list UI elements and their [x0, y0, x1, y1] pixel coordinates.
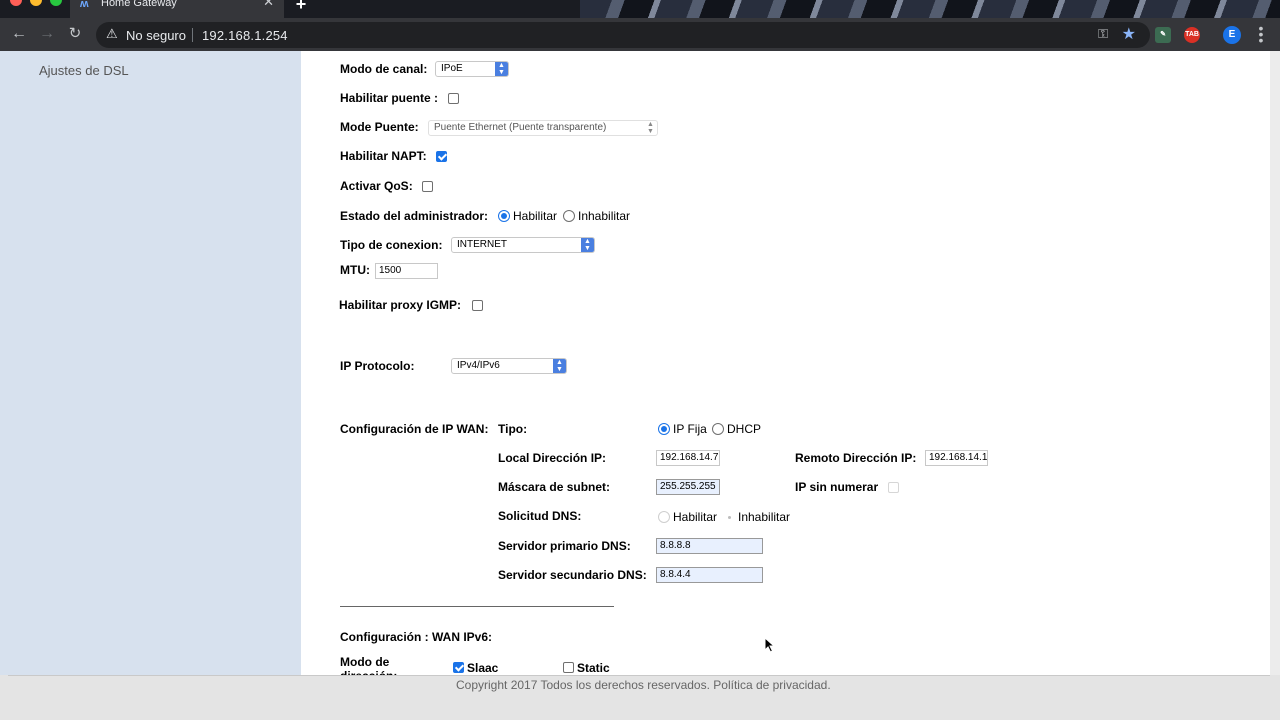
- local-ip-input[interactable]: 192.168.14.7: [656, 450, 720, 466]
- address-bar[interactable]: ⚠ No seguro 192.168.1.254 ⚿ ★: [96, 22, 1150, 48]
- ip-protocol-select[interactable]: IPv4/IPv6 ▲ ▼: [451, 358, 567, 374]
- bridge-mode-value: Puente Ethernet (Puente transparente): [434, 122, 607, 133]
- dns-disable-label: Inhabilitar: [738, 510, 791, 524]
- sidebar-item-dsl[interactable]: Ajustes de DSL: [39, 63, 129, 78]
- igmp-proxy-checkbox[interactable]: [472, 300, 483, 311]
- chevron-updown-icon: ▲ ▼: [581, 238, 594, 252]
- key-icon[interactable]: ⚿: [1098, 26, 1108, 42]
- section-divider: [340, 606, 614, 607]
- admin-disable-label: Inhabilitar: [578, 209, 631, 223]
- bridge-enable-checkbox[interactable]: [448, 93, 459, 104]
- minimize-window-button[interactable]: [30, 0, 42, 6]
- mtu-label: MTU:: [340, 263, 370, 277]
- dns-enable-radio[interactable]: [658, 511, 670, 523]
- connection-type-select[interactable]: INTERNET ▲ ▼: [451, 237, 595, 253]
- sidebar: Ajustes de DSL: [0, 51, 301, 675]
- dns-disable-radio[interactable]: [723, 511, 735, 523]
- ipv6-config-label: Configuración : WAN IPv6:: [340, 630, 493, 644]
- dns-primary-label: Servidor primario DNS:: [498, 539, 631, 553]
- address-mode-label: Modo de dirección:: [340, 655, 397, 675]
- router-favicon-icon: ʍ: [80, 0, 89, 10]
- back-arrow-icon[interactable]: ←: [9, 24, 29, 44]
- static-label: Static: [577, 661, 610, 675]
- bridge-mode-label: Mode Puente:: [340, 120, 419, 134]
- napt-label: Habilitar NAPT:: [340, 149, 427, 163]
- napt-checkbox[interactable]: [436, 151, 447, 162]
- new-tab-button[interactable]: +: [291, 0, 311, 16]
- wan-ip-config-label: Configuración de IP WAN:: [340, 422, 489, 436]
- profile-avatar[interactable]: E: [1223, 26, 1241, 44]
- chevron-updown-icon: ▲ ▼: [553, 359, 566, 373]
- titlebar-background: [580, 0, 1280, 18]
- bridge-mode-select[interactable]: Puente Ethernet (Puente transparente) ▲ ▼: [428, 120, 658, 136]
- footer-copyright: Copyright 2017 Todos los derechos reserv…: [456, 678, 831, 692]
- dns-request-label: Solicitud DNS:: [498, 509, 582, 523]
- maximize-window-button[interactable]: [50, 0, 62, 6]
- footer-divider: [8, 675, 1270, 676]
- admin-enable-label: Habilitar: [513, 209, 558, 223]
- ip-protocol-label: IP Protocolo:: [340, 359, 415, 373]
- dns-enable-label: Habilitar: [673, 510, 718, 524]
- dns-secondary-input[interactable]: 8.8.4.4: [656, 567, 763, 583]
- connection-type-value: INTERNET: [457, 239, 507, 250]
- remote-ip-input[interactable]: 192.168.14.1: [925, 450, 988, 466]
- qos-checkbox[interactable]: [422, 181, 433, 192]
- bookmark-star-icon[interactable]: ★: [1122, 24, 1136, 44]
- close-icon[interactable]: ✕: [263, 0, 274, 8]
- admin-state-label: Estado del administrador:: [340, 209, 489, 223]
- tab-title: Home Gateway: [101, 0, 177, 9]
- admin-disable-radio[interactable]: [563, 210, 575, 222]
- dns-secondary-label: Servidor secundario DNS:: [498, 568, 647, 582]
- warning-icon[interactable]: ⚠: [106, 26, 118, 42]
- ip-unnumbered-label: IP sin numerar: [795, 480, 879, 494]
- channel-mode-label: Modo de canal:: [340, 62, 428, 76]
- channel-mode-value: IPoE: [441, 63, 463, 74]
- extension-icon[interactable]: ✎: [1155, 27, 1171, 43]
- tab-extension-icon[interactable]: TAB: [1184, 27, 1200, 43]
- security-status[interactable]: No seguro: [126, 28, 186, 43]
- local-ip-label: Local Dirección IP:: [498, 451, 607, 465]
- address-divider: [192, 28, 193, 42]
- slaac-checkbox[interactable]: [453, 662, 464, 673]
- connection-type-label: Tipo de conexion:: [340, 238, 443, 252]
- igmp-proxy-label: Habilitar proxy IGMP:: [339, 298, 462, 312]
- qos-label: Activar QoS:: [340, 179, 413, 193]
- chevron-updown-icon: ▲ ▼: [647, 121, 654, 135]
- subnet-mask-label: Máscara de subnet:: [498, 480, 611, 494]
- dns-primary-input[interactable]: 8.8.8.8: [656, 538, 763, 554]
- menu-dots-icon[interactable]: • • •: [1256, 21, 1266, 47]
- ip-unnumbered-checkbox[interactable]: [888, 482, 899, 493]
- forward-arrow-icon[interactable]: →: [37, 24, 57, 44]
- mouse-cursor-icon: [764, 637, 776, 653]
- dhcp-label: DHCP: [727, 422, 762, 436]
- dhcp-radio[interactable]: [712, 423, 724, 435]
- page: Ajustes de DSL Modo de canal: IPoE ▲ ▼ Ha…: [0, 51, 1280, 720]
- remote-ip-label: Remoto Dirección IP:: [795, 451, 917, 465]
- bridge-enable-label: Habilitar puente :: [340, 91, 439, 105]
- browser-toolbar: ← → ↻ ⚠ No seguro 192.168.1.254 ⚿ ★ ✎ TA…: [0, 18, 1280, 51]
- fixed-ip-label: IP Fija: [673, 422, 707, 436]
- ip-protocol-value: IPv4/IPv6: [457, 360, 500, 371]
- channel-mode-select[interactable]: IPoE ▲ ▼: [435, 61, 509, 77]
- static-checkbox[interactable]: [563, 662, 574, 673]
- slaac-label: Slaac: [467, 661, 499, 675]
- reload-icon[interactable]: ↻: [65, 24, 85, 44]
- main-form-panel: [301, 51, 1270, 675]
- scrollbar[interactable]: [1270, 51, 1280, 675]
- fixed-ip-radio[interactable]: [658, 423, 670, 435]
- url-text[interactable]: 192.168.1.254: [202, 28, 288, 43]
- chevron-updown-icon: ▲ ▼: [495, 62, 508, 76]
- wan-type-label: Tipo:: [498, 422, 528, 436]
- subnet-mask-input[interactable]: 255.255.255: [656, 479, 720, 495]
- browser-tab[interactable]: ʍ Home Gateway ✕: [70, 0, 284, 18]
- close-window-button[interactable]: [10, 0, 22, 6]
- admin-enable-radio[interactable]: [498, 210, 510, 222]
- mtu-input[interactable]: 1500: [375, 263, 438, 279]
- window-titlebar: ʍ Home Gateway ✕ +: [0, 0, 1280, 18]
